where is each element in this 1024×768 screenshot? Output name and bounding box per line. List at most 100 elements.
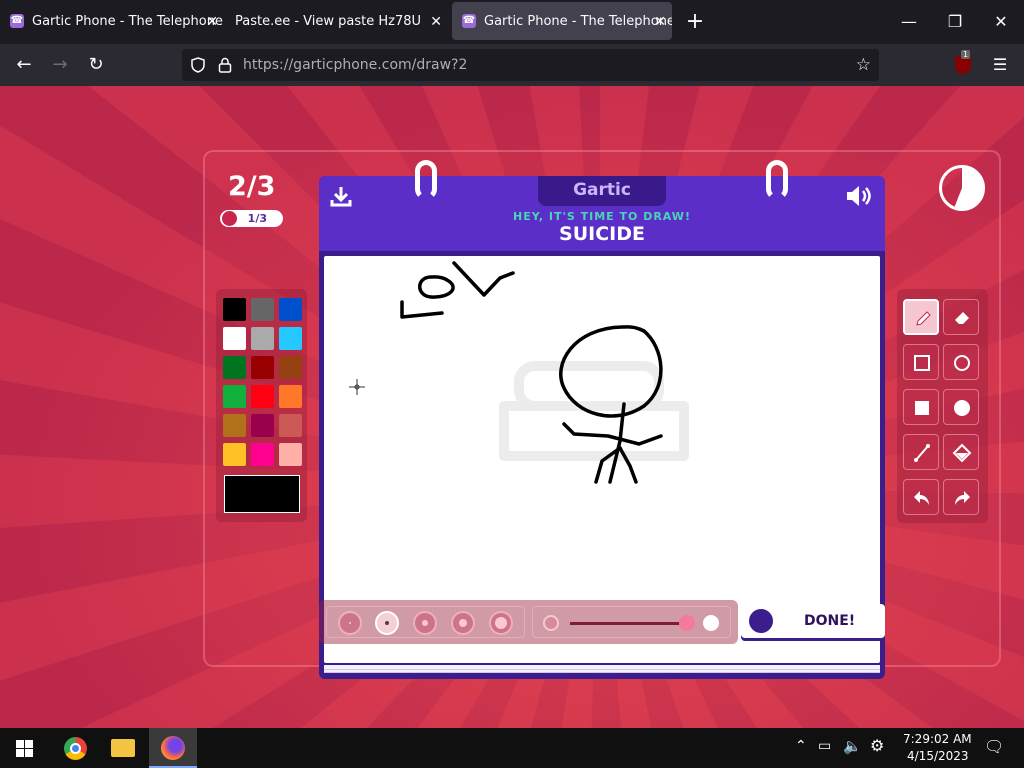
minimize-button[interactable]: —	[886, 0, 932, 44]
opacity-slider[interactable]	[532, 606, 731, 638]
color-swatch[interactable]	[279, 327, 302, 350]
chevron-up-icon[interactable]: ⌃	[795, 738, 807, 754]
filled-rectangle-icon	[915, 401, 929, 415]
color-swatch[interactable]	[223, 414, 246, 437]
redo-icon	[955, 491, 970, 505]
ublock-extension-icon[interactable]: 1	[955, 50, 971, 74]
menu-icon[interactable]: ☰	[986, 52, 1014, 78]
tab-title: Gartic Phone - The Telephone G	[32, 14, 224, 29]
address-bar[interactable]: https://garticphone.com/draw?2 ☆	[182, 49, 879, 81]
close-tab-icon[interactable]: ✕	[430, 2, 442, 40]
windows-logo-icon	[16, 740, 33, 757]
fill-bucket-tool[interactable]	[943, 434, 979, 470]
start-button[interactable]	[0, 728, 48, 768]
tab-paste-ee[interactable]: Paste.ee - View paste Hz78U ✕	[224, 2, 448, 40]
brush-size-3[interactable]	[413, 611, 437, 635]
tab-title: Paste.ee - View paste Hz78U	[235, 14, 422, 29]
network-icon[interactable]: ▭	[818, 738, 831, 754]
phone-icon: ☎	[10, 14, 24, 28]
chrome-taskbar-icon[interactable]	[51, 728, 99, 768]
redo-tool[interactable]	[943, 479, 979, 515]
slider-handle[interactable]	[679, 615, 695, 631]
bookmark-star-icon[interactable]: ☆	[856, 49, 871, 81]
pencil-icon	[916, 311, 931, 326]
color-swatch[interactable]	[279, 356, 302, 379]
gartic-page: 2/3 1/3 Gartic HEY, IT'S TIME TO DRAW! S…	[0, 86, 1024, 728]
prompt-word: SUICIDE	[559, 223, 645, 245]
color-swatch[interactable]	[251, 327, 274, 350]
back-button[interactable]: ←	[10, 52, 38, 78]
line-tool[interactable]	[903, 434, 939, 470]
clock-time[interactable]: 7:29:02 AM	[903, 732, 972, 746]
color-swatch[interactable]	[223, 298, 246, 321]
eraser-tool[interactable]	[943, 299, 979, 335]
pencil-tool[interactable]	[903, 299, 939, 335]
firefox-taskbar-icon[interactable]	[149, 728, 197, 768]
ellipse-tool[interactable]	[943, 344, 979, 380]
close-tab-icon[interactable]: ✕	[206, 2, 218, 40]
filled-rectangle-tool[interactable]	[903, 389, 939, 425]
color-swatch[interactable]	[279, 298, 302, 321]
color-swatch[interactable]	[223, 443, 246, 466]
volume-icon[interactable]: 🔈	[843, 737, 862, 755]
round-counter: 2/3	[228, 171, 276, 202]
settings-gear-icon[interactable]: ⚙	[870, 736, 884, 755]
reload-button[interactable]: ↻	[82, 52, 110, 78]
undo-tool[interactable]	[903, 479, 939, 515]
brush-size-5[interactable]	[489, 611, 513, 635]
speaker-icon[interactable]	[845, 184, 875, 208]
done-counter: 1/3	[220, 210, 283, 227]
color-swatch[interactable]	[251, 356, 274, 379]
color-swatch[interactable]	[279, 443, 302, 466]
close-window-button[interactable]: ✕	[978, 0, 1024, 44]
eraser-icon	[955, 312, 969, 324]
notifications-icon[interactable]: 🗨	[984, 737, 1004, 756]
extension-badge: 1	[961, 50, 971, 59]
gartic-phone-watermark	[499, 361, 689, 461]
navigation-bar: ← → ↻ https://garticphone.com/draw?2 ☆ 1…	[0, 44, 1024, 86]
crosshair-cursor-icon	[349, 379, 365, 395]
close-tab-icon[interactable]: ✕	[654, 2, 666, 40]
line-icon	[914, 444, 930, 462]
binder-ring	[415, 160, 437, 200]
check-icon	[749, 609, 773, 633]
color-swatch[interactable]	[251, 298, 274, 321]
browser-tab-bar: ☎ Gartic Phone - The Telephone G ✕ Paste…	[0, 0, 1024, 44]
lock-icon[interactable]	[218, 57, 232, 73]
brush-size-selector	[326, 606, 525, 638]
color-swatch[interactable]	[279, 414, 302, 437]
high-opacity-icon	[703, 615, 719, 631]
brush-size-2[interactable]	[375, 611, 399, 635]
done-button[interactable]: DONE!	[741, 604, 885, 638]
filled-ellipse-icon	[954, 400, 970, 416]
tab-gartic-phone-active[interactable]: ☎ Gartic Phone - The Telephone G ✕	[452, 2, 672, 40]
new-tab-button[interactable]: +	[672, 0, 718, 44]
check-icon	[222, 211, 237, 226]
undo-icon	[914, 491, 929, 505]
color-swatch[interactable]	[251, 443, 274, 466]
color-swatch[interactable]	[223, 356, 246, 379]
color-swatch[interactable]	[223, 327, 246, 350]
download-icon[interactable]	[329, 184, 353, 208]
url-text: https://garticphone.com/draw?2	[243, 57, 468, 73]
tab-gartic-phone-1[interactable]: ☎ Gartic Phone - The Telephone G ✕	[0, 2, 224, 40]
prompt-label: HEY, IT'S TIME TO DRAW!	[513, 210, 691, 223]
windows-taskbar: ⌃ ▭ 🔈 ⚙ 7:29:02 AM 4/15/2023 🗨	[0, 728, 1024, 768]
brush-size-4[interactable]	[451, 611, 475, 635]
current-color	[224, 475, 300, 513]
color-swatch[interactable]	[251, 385, 274, 408]
ellipse-icon	[954, 355, 970, 371]
color-swatch[interactable]	[279, 385, 302, 408]
clock-date[interactable]: 4/15/2023	[907, 749, 969, 763]
forward-button[interactable]: →	[46, 52, 74, 78]
brush-size-1[interactable]	[338, 611, 362, 635]
shield-icon[interactable]	[190, 57, 206, 73]
color-swatch[interactable]	[251, 414, 274, 437]
file-explorer-taskbar-icon[interactable]	[99, 728, 147, 768]
filled-ellipse-tool[interactable]	[943, 389, 979, 425]
tab-title: Gartic Phone - The Telephone G	[484, 14, 672, 29]
restore-button[interactable]: ❐	[932, 0, 978, 44]
color-swatch[interactable]	[223, 385, 246, 408]
rectangle-tool[interactable]	[903, 344, 939, 380]
low-opacity-icon	[543, 615, 559, 631]
